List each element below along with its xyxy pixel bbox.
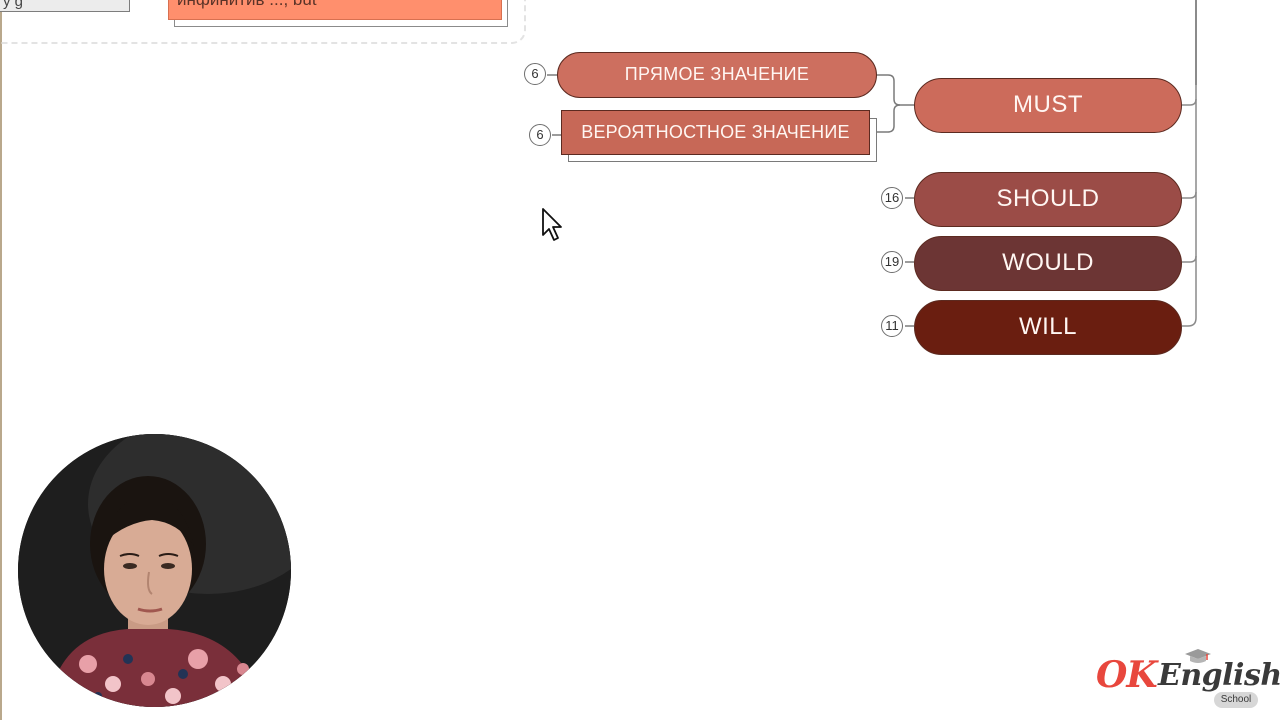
- mouse-pointer-icon: [542, 208, 562, 241]
- presenter-figure: [18, 434, 291, 707]
- mindmap-trunk-line: [1195, 0, 1197, 85]
- logo-ok-text: OK: [1096, 654, 1158, 696]
- node-will[interactable]: WILL: [914, 300, 1182, 355]
- node-must[interactable]: MUST: [914, 78, 1182, 133]
- node-would[interactable]: WOULD: [914, 236, 1182, 291]
- count-badge-should[interactable]: 16: [881, 187, 903, 209]
- logo-english-text: English: [1158, 658, 1280, 693]
- node-probable-meaning[interactable]: ВЕРОЯТНОСТНОЕ ЗНАЧЕНИЕ: [561, 110, 870, 155]
- node-should[interactable]: SHOULD: [914, 172, 1182, 227]
- presenter-webcam: [18, 434, 291, 707]
- count-badge-probable-meaning[interactable]: 6: [529, 124, 551, 146]
- left-divider: [0, 0, 2, 720]
- logo-school-badge: School: [1214, 692, 1258, 708]
- count-badge-will[interactable]: 11: [881, 315, 903, 337]
- partial-gray-node[interactable]: y g: [0, 0, 130, 12]
- screen: y g инфинитив ..., but 6 ПРЯМОЕ ЗНАЧЕНИЕ…: [0, 0, 1280, 720]
- count-badge-would[interactable]: 19: [881, 251, 903, 273]
- ok-english-logo: OK English School: [1096, 648, 1280, 710]
- count-badge-direct-meaning[interactable]: 6: [524, 63, 546, 85]
- partial-orange-node[interactable]: инфинитив ..., but: [168, 0, 502, 20]
- node-direct-meaning[interactable]: ПРЯМОЕ ЗНАЧЕНИЕ: [557, 52, 877, 98]
